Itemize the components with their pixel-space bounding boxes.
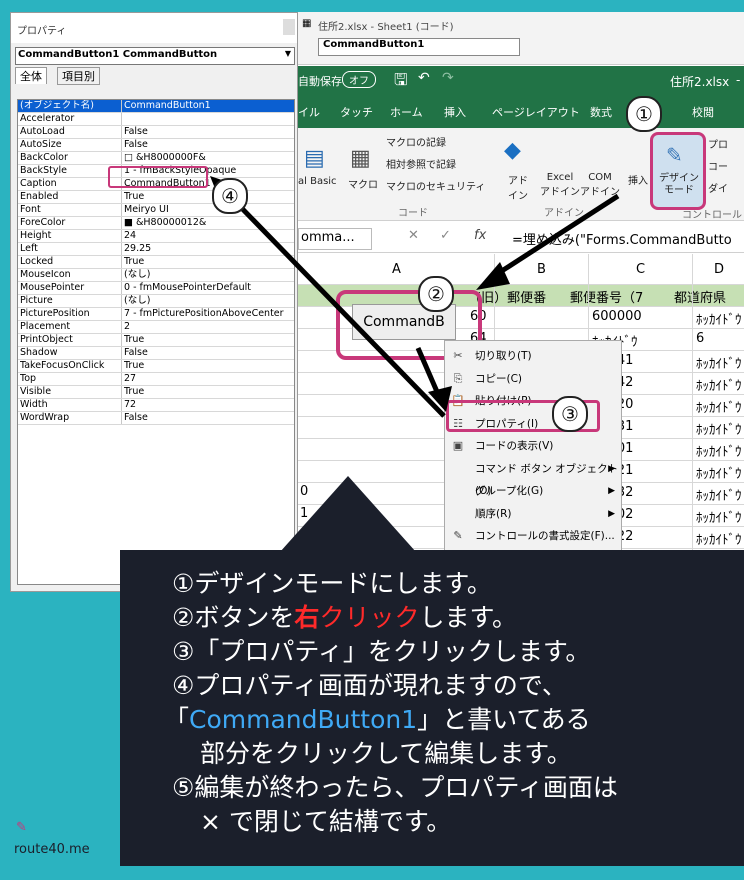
instruction-5: 「CommandButton1」と書いてある [164,700,591,736]
instruction-8: × で閉じて結構です。 [200,807,452,836]
instruction-2: ②ボタンを右クリックします。 [172,598,517,634]
callout-pointer [280,476,416,552]
instruction-2-a: ②ボタンを [172,603,295,632]
pencil-icon: ✎ [16,820,27,835]
instruction-2-d: します。 [419,603,517,632]
instruction-2-c: クリック [319,603,420,632]
instruction-6: 部分をクリックして編集します。 [200,739,572,768]
badge-1: ① [626,96,662,132]
instruction-4: ④プロパティ画面が現れますので、 [172,671,567,700]
badge-4: ④ [212,178,248,214]
arrow-2-head [428,386,452,412]
instruction-3: ③「プロパティ」をクリックします。 [172,637,591,666]
arrow-2 [415,347,441,395]
instruction-5-b: CommandButton1 [189,705,418,734]
instruction-1: ①デザインモードにします。 [172,569,492,598]
instruction-7: ⑤編集が終わったら、プロパティ画面は [172,773,618,802]
instruction-5-a: 「 [164,705,190,734]
arrow-3 [224,190,446,418]
instruction-box: ①デザインモードにします。 ②ボタンを右クリックします。 ③「プロパティ」をクリ… [120,550,744,866]
badge-2: ② [418,276,454,312]
badge-3: ③ [552,396,588,432]
instruction-5-c: 」と書いてある [417,705,591,734]
arrow-1 [492,193,620,279]
watermark: route40.me [14,842,90,857]
instruction-2-b: 右 [294,603,320,632]
